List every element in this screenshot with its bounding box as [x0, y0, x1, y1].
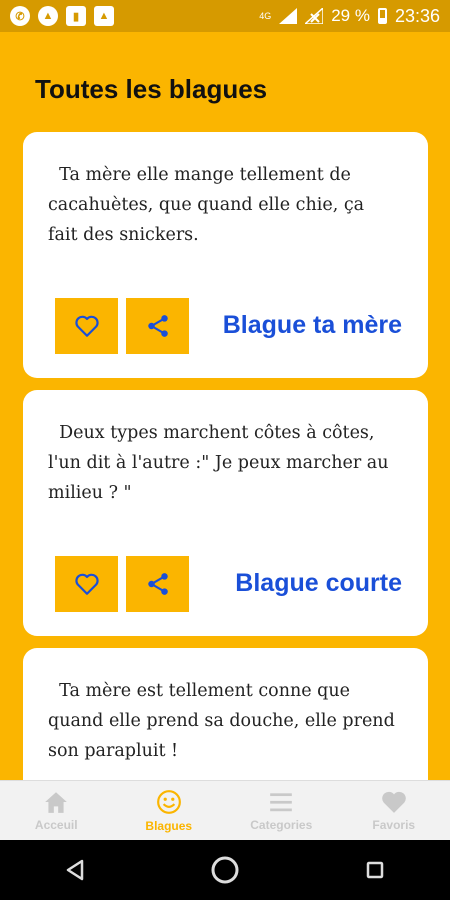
nav-item-categories[interactable]: Categories [225, 781, 338, 840]
nav-item-jokes[interactable]: Blagues [113, 781, 226, 840]
recents-button[interactable] [345, 840, 405, 900]
battery-percent: 29 % [331, 6, 370, 25]
cell-signal-icon [279, 8, 298, 24]
network-type: 4G [259, 11, 272, 21]
share-button[interactable] [126, 556, 189, 612]
whatsapp-icon: ✆ [10, 6, 30, 26]
bottom-navigation: Acceuil Blagues Categories Favoris [0, 780, 450, 840]
page-title: Toutes les blagues [35, 74, 268, 104]
favorite-button[interactable] [55, 556, 118, 612]
nav-item-favorites[interactable]: Favoris [338, 781, 450, 840]
joke-actions [55, 298, 189, 354]
joke-category-link[interactable]: Blague courte [235, 569, 402, 598]
joke-category-link[interactable]: Blague ta mère [223, 311, 402, 340]
recents-square-icon [366, 861, 384, 879]
clock: 23:36 [394, 5, 440, 26]
no-signal-icon [305, 8, 324, 24]
joke-text: Deux types marchent côtes à côtes, l'un … [48, 423, 395, 503]
home-system-button[interactable] [195, 840, 255, 900]
image-icon: ▲ [94, 6, 114, 26]
battery-icon [377, 8, 387, 24]
joke-actions [55, 556, 189, 612]
joke-card: Deux types marchent côtes à côtes, l'un … [23, 390, 428, 636]
smiley-icon [156, 789, 181, 814]
home-icon [45, 791, 68, 813]
joke-text: Ta mère est tellement conne que quand el… [48, 681, 401, 761]
nav-item-home[interactable]: Acceuil [0, 781, 113, 840]
heart-outline-icon [74, 573, 99, 595]
system-status: 4G 29 % 23:36 [259, 6, 440, 27]
system-navigation-bar [0, 840, 450, 900]
share-button[interactable] [126, 298, 189, 354]
notification-icons: ✆ ▲ ▮ ▲ [10, 6, 114, 26]
nav-label: Acceuil [34, 817, 78, 832]
heart-outline-icon [74, 315, 99, 337]
menu-icon [270, 792, 293, 811]
home-circle-icon [211, 856, 239, 884]
heart-icon [381, 791, 406, 813]
joke-card: Ta mère elle mange tellement de cacahuèt… [23, 132, 428, 378]
favorite-button[interactable] [55, 298, 118, 354]
joke-text: Ta mère elle mange tellement de cacahuèt… [48, 165, 370, 245]
back-triangle-icon [66, 859, 84, 881]
nav-label: Blagues [145, 818, 193, 833]
signal-app-icon: ▲ [38, 6, 58, 26]
share-icon [147, 573, 168, 595]
nav-label: Categories [250, 817, 313, 832]
twitch-icon: ▮ [66, 6, 86, 26]
back-button[interactable] [45, 840, 105, 900]
share-icon [147, 315, 168, 337]
nav-label: Favoris [372, 817, 416, 832]
status-bar: ✆ ▲ ▮ ▲ 4G 29 % 23:36 [0, 0, 450, 32]
